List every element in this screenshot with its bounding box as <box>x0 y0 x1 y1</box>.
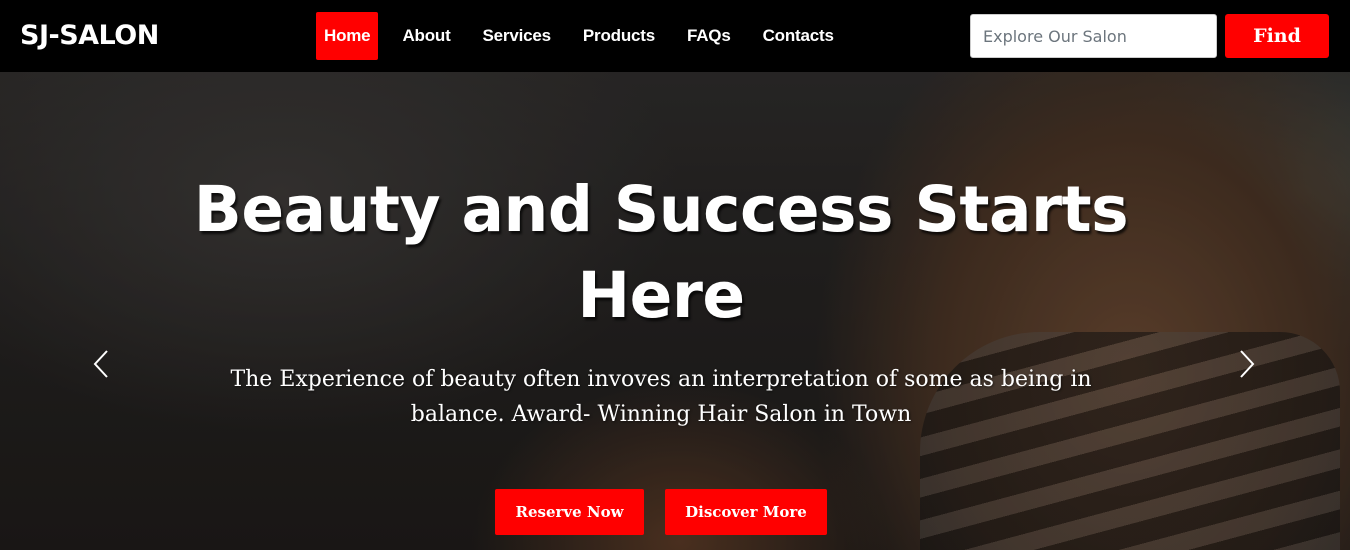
nav-item-home[interactable]: Home <box>316 12 379 60</box>
carousel-prev-button[interactable] <box>86 346 116 382</box>
nav-item-products[interactable]: Products <box>575 12 663 60</box>
reserve-now-button[interactable]: Reserve Now <box>495 489 644 535</box>
chevron-right-icon <box>1240 350 1255 378</box>
navbar: SJ-SALON Home About Services Products FA… <box>0 0 1350 72</box>
nav-item-about[interactable]: About <box>394 12 458 60</box>
discover-more-button[interactable]: Discover More <box>665 489 827 535</box>
nav-item-faqs[interactable]: FAQs <box>679 12 739 60</box>
nav-item-contacts[interactable]: Contacts <box>755 12 842 60</box>
nav-item-services[interactable]: Services <box>475 12 559 60</box>
find-button[interactable]: Find <box>1225 14 1329 58</box>
brand-logo[interactable]: SJ-SALON <box>20 18 159 54</box>
search-input[interactable] <box>970 14 1217 58</box>
chevron-left-icon <box>93 350 108 378</box>
nav-menu: Home About Services Products FAQs Contac… <box>316 12 858 60</box>
carousel-next-button[interactable] <box>1232 346 1262 382</box>
hero-description: The Experience of beauty often invoves a… <box>230 367 1092 427</box>
hero-carousel: Beauty and Success Starts Here The Exper… <box>0 72 1350 550</box>
hero-title: Beauty and Success Starts Here <box>193 173 1129 332</box>
